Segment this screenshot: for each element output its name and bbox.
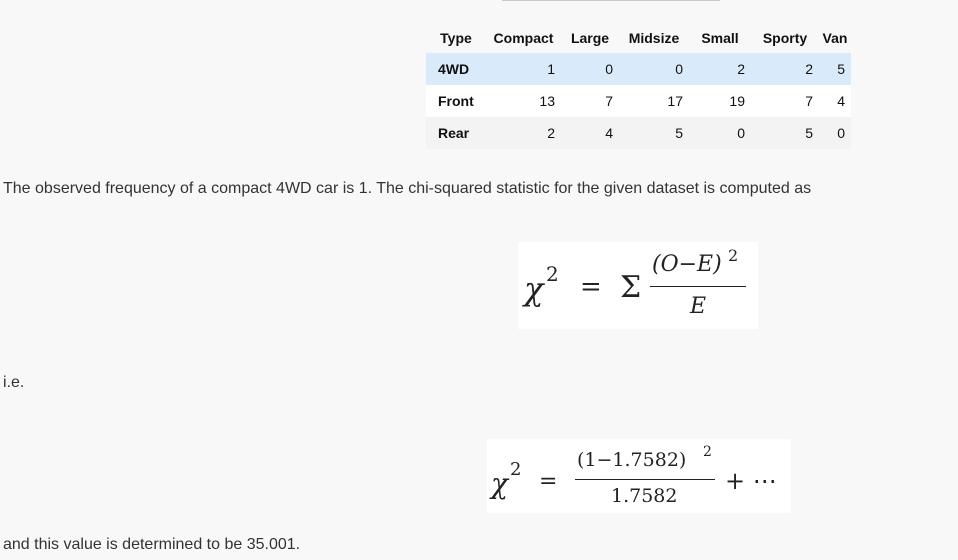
table-cell: 17	[667, 93, 683, 109]
table-row: 4WD 1 0 0 2 2 5	[426, 53, 851, 85]
table-cell: 0	[605, 61, 613, 77]
table-cell: 19	[729, 93, 745, 109]
column-header: Small	[701, 29, 739, 46]
fraction-bar	[650, 286, 746, 287]
table-cell: 0	[837, 125, 845, 141]
table-cell: 7	[805, 93, 813, 109]
table-cell: 1	[547, 61, 555, 77]
chi-symbol: χ	[524, 270, 544, 308]
column-header-type: Type	[440, 29, 472, 46]
plus-ellipsis: + ⋯	[725, 467, 777, 495]
table-cell: 4	[837, 93, 845, 109]
table-cell: 13	[539, 93, 555, 109]
formula-denominator: 1.7582	[611, 485, 678, 507]
row-header: Rear	[438, 125, 470, 141]
table-row: Front 13 7 17 19 7 4	[426, 85, 851, 117]
column-header: Van	[822, 29, 848, 46]
top-divider	[502, 0, 720, 1]
table-row: Rear 2 4 5 0 5 0	[426, 117, 851, 149]
equals-sign: =	[580, 272, 602, 302]
table-cell: 7	[605, 93, 613, 109]
table-cell: 4	[605, 125, 613, 141]
contingency-table: Type Compact Large Midsize Small Sporty …	[426, 22, 851, 149]
intro-paragraph: The observed frequency of a compact 4WD …	[3, 180, 812, 197]
column-header: Compact	[493, 29, 554, 46]
table-cell: 0	[675, 61, 683, 77]
ie-label: i.e.	[3, 374, 25, 391]
row-header: Front	[438, 93, 474, 109]
sum-symbol: Σ	[620, 270, 642, 305]
chi-squared-example: χ 2 = (1−1.7582) 2 1.7582 + ⋯	[487, 439, 791, 513]
chi-symbol: χ	[491, 467, 508, 500]
table-cell: 2	[737, 61, 745, 77]
formula-numerator: (1−1.7582)	[577, 449, 687, 471]
column-header: Midsize	[628, 29, 680, 46]
chi-exponent: 2	[546, 262, 559, 286]
table-cell: 5	[837, 61, 845, 77]
result-paragraph: and this value is determined to be 35.00…	[3, 536, 301, 553]
formula-denominator: E	[690, 294, 707, 319]
chi-exponent: 2	[510, 459, 522, 480]
numerator-exponent: 2	[728, 246, 739, 265]
numerator-exponent: 2	[703, 444, 712, 460]
table-cell: 5	[675, 125, 683, 141]
equals-sign: =	[539, 469, 558, 494]
table-header-row: Type Compact Large Midsize Small Sporty …	[426, 22, 851, 53]
table-cell: 2	[547, 125, 555, 141]
column-header: Sporty	[762, 29, 808, 46]
table-cell: 2	[805, 61, 813, 77]
chi-squared-formula: χ 2 = Σ (O−E) 2 E	[518, 242, 758, 329]
table-cell: 5	[805, 125, 813, 141]
row-header: 4WD	[438, 61, 470, 77]
formula-numerator: (O−E)	[652, 252, 722, 277]
fraction-bar	[575, 479, 715, 480]
table-cell: 0	[737, 125, 745, 141]
column-header: Large	[570, 29, 610, 46]
